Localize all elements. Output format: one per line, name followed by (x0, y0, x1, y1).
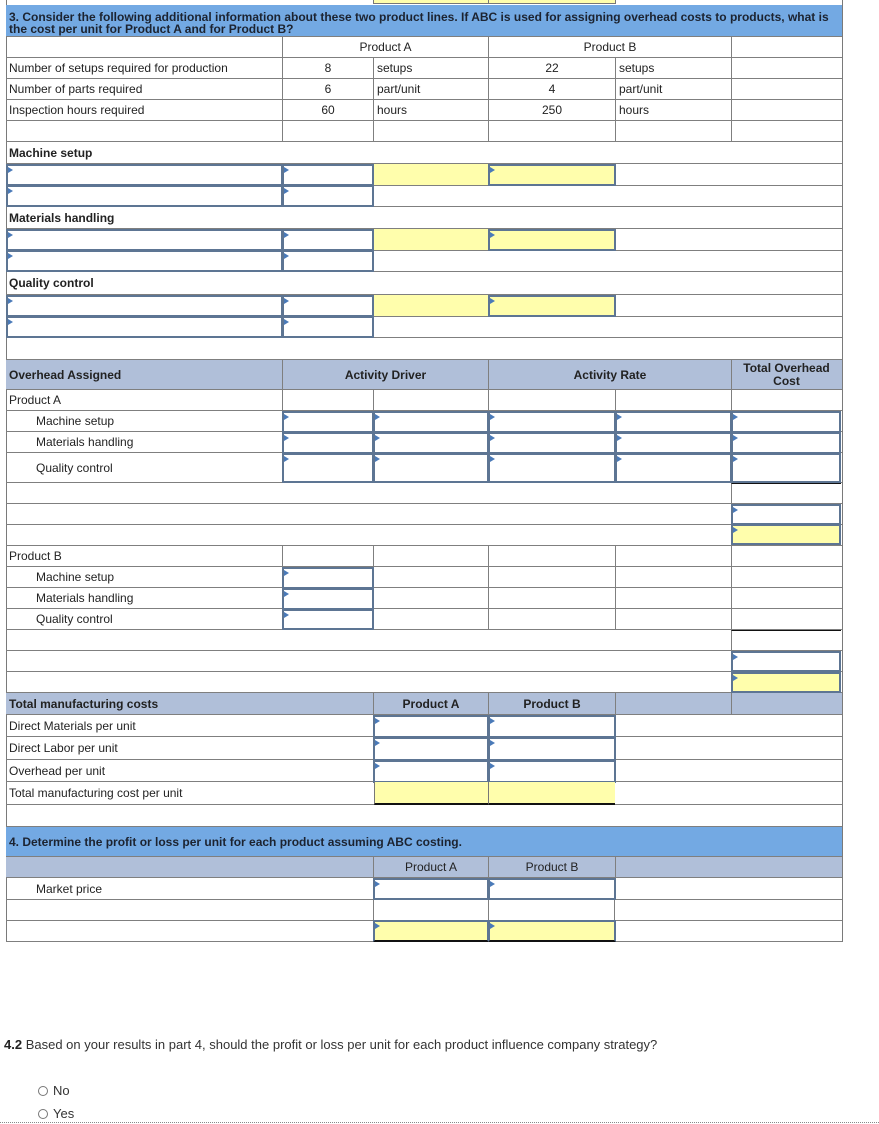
info-row: Inspection hours required 60 hours 250 h… (6, 100, 842, 121)
tmc-oh-b-input[interactable] (488, 760, 616, 783)
radio-yes[interactable]: Yes (38, 1106, 74, 1121)
b-overhead-per-unit-input[interactable] (731, 672, 841, 693)
a-quality-driver-input[interactable] (282, 453, 374, 483)
a-machine-total-input[interactable] (731, 411, 841, 433)
overhead-header-row: Overhead Assigned Activity Driver Activi… (6, 360, 842, 390)
a-machine-rate-input[interactable] (488, 411, 616, 433)
overhead-assigned-header: Overhead Assigned (9, 367, 122, 382)
q3-prompt: 3. Consider the following additional inf… (6, 5, 842, 37)
tmc-header-row: Total manufacturing costs Product A Prod… (6, 693, 842, 715)
tmc-dm-b-input[interactable] (488, 715, 616, 738)
a-quality-rate-unit-input[interactable] (615, 453, 732, 483)
product-b-activity-row: Quality control (6, 609, 842, 630)
materials-handling-label-input-2[interactable] (6, 250, 283, 272)
tmc-dm-a-input[interactable] (373, 715, 489, 738)
section-quality-control: Quality control (6, 272, 842, 295)
quality-control-rate-input[interactable] (488, 295, 616, 317)
a-materials-driver-input[interactable] (282, 432, 374, 454)
blank-row (6, 805, 842, 827)
a-machine-driver-unit-input[interactable] (373, 411, 489, 433)
q4-prompt: 4. Determine the profit or loss per unit… (6, 827, 842, 857)
product-b-row: Product B (6, 546, 842, 567)
product-b-activity-row: Machine setup (6, 567, 842, 588)
machine-setup-value-input-1[interactable] (282, 164, 374, 186)
a-quality-total-input[interactable] (731, 453, 841, 483)
q4-col-product-b: Product B (488, 857, 615, 877)
total-overhead-header: Total Overhead Cost (731, 360, 841, 389)
materials-handling-rate-input[interactable] (488, 229, 616, 251)
activity-driver-header: Activity Driver (282, 360, 488, 389)
q42-question: 4.2 Based on your results in part 4, sho… (4, 1037, 657, 1052)
product-header-row: Product A Product B (6, 37, 842, 58)
b-overhead-subtotal-input[interactable] (731, 651, 841, 672)
materials-handling-value-input-2[interactable] (282, 250, 374, 272)
a-materials-rate-input[interactable] (488, 432, 616, 454)
q4-col-product-a: Product A (373, 857, 488, 877)
tmc-col-product-b: Product B (488, 693, 615, 714)
col-product-b: Product B (488, 37, 731, 57)
tmc-col-product-a: Product A (373, 693, 488, 714)
materials-handling-result-cell (374, 229, 488, 250)
market-price-a-input[interactable] (373, 878, 489, 900)
machine-setup-value-input-2[interactable] (282, 185, 374, 207)
tmc-dl-b-input[interactable] (488, 737, 616, 761)
b-materials-driver-input[interactable] (282, 588, 374, 610)
q42-prompt: Based on your results in part 4, should … (22, 1037, 658, 1052)
tmc-total-b-cell (488, 782, 615, 805)
a-overhead-subtotal-input[interactable] (731, 504, 841, 525)
section-machine-setup: Machine setup (6, 142, 842, 164)
blank-row (6, 121, 842, 142)
divider (0, 1122, 879, 1123)
a-machine-rate-unit-input[interactable] (615, 411, 732, 433)
a-materials-rate-unit-input[interactable] (615, 432, 732, 454)
tmc-dl-a-input[interactable] (373, 737, 489, 761)
quality-control-label-input-1[interactable] (6, 295, 283, 317)
b-machine-driver-input[interactable] (282, 567, 374, 589)
info-row: Number of parts required 6 part/unit 4 p… (6, 79, 842, 100)
quality-control-label-input-2[interactable] (6, 316, 283, 338)
activity-rate-header: Activity Rate (488, 360, 731, 389)
col-product-a: Product A (282, 37, 488, 57)
radio-circle-icon[interactable] (38, 1108, 48, 1119)
q4-header-row: Product A Product B (6, 857, 842, 878)
quality-control-result-cell (374, 295, 488, 316)
info-row: Number of setups required for production… (6, 58, 842, 79)
a-materials-total-input[interactable] (731, 432, 841, 454)
tmc-header: Total manufacturing costs (9, 696, 159, 711)
a-materials-driver-unit-input[interactable] (373, 432, 489, 454)
machine-setup-rate-input[interactable] (488, 164, 616, 186)
product-b-activity-row: Materials handling (6, 588, 842, 609)
quality-control-value-input-1[interactable] (282, 295, 374, 317)
tmc-total-a-cell (374, 782, 488, 805)
tmc-oh-a-input[interactable] (373, 760, 489, 783)
blank-row (6, 338, 842, 360)
b-quality-driver-input[interactable] (282, 609, 374, 630)
section-materials-handling: Materials handling (6, 207, 842, 229)
profit-loss-b-input[interactable] (488, 920, 616, 942)
materials-handling-value-input-1[interactable] (282, 229, 374, 251)
machine-setup-label-input-2[interactable] (6, 185, 283, 207)
radio-circle-icon[interactable] (38, 1085, 48, 1096)
market-price-b-input[interactable] (488, 878, 616, 900)
radio-no[interactable]: No (38, 1083, 70, 1098)
q42-number: 4.2 (4, 1037, 23, 1052)
a-overhead-per-unit-input[interactable] (731, 524, 841, 545)
materials-handling-label-input-1[interactable] (6, 229, 283, 251)
market-price-label: Market price (36, 881, 103, 896)
a-quality-rate-input[interactable] (488, 453, 616, 483)
a-machine-driver-input[interactable] (282, 411, 374, 433)
machine-setup-label-input-1[interactable] (6, 164, 283, 186)
machine-setup-result-cell (374, 164, 488, 185)
a-quality-driver-unit-input[interactable] (373, 453, 489, 483)
profit-loss-a-input[interactable] (373, 920, 489, 942)
product-a-row: Product A (6, 390, 842, 411)
quality-control-value-input-2[interactable] (282, 316, 374, 338)
